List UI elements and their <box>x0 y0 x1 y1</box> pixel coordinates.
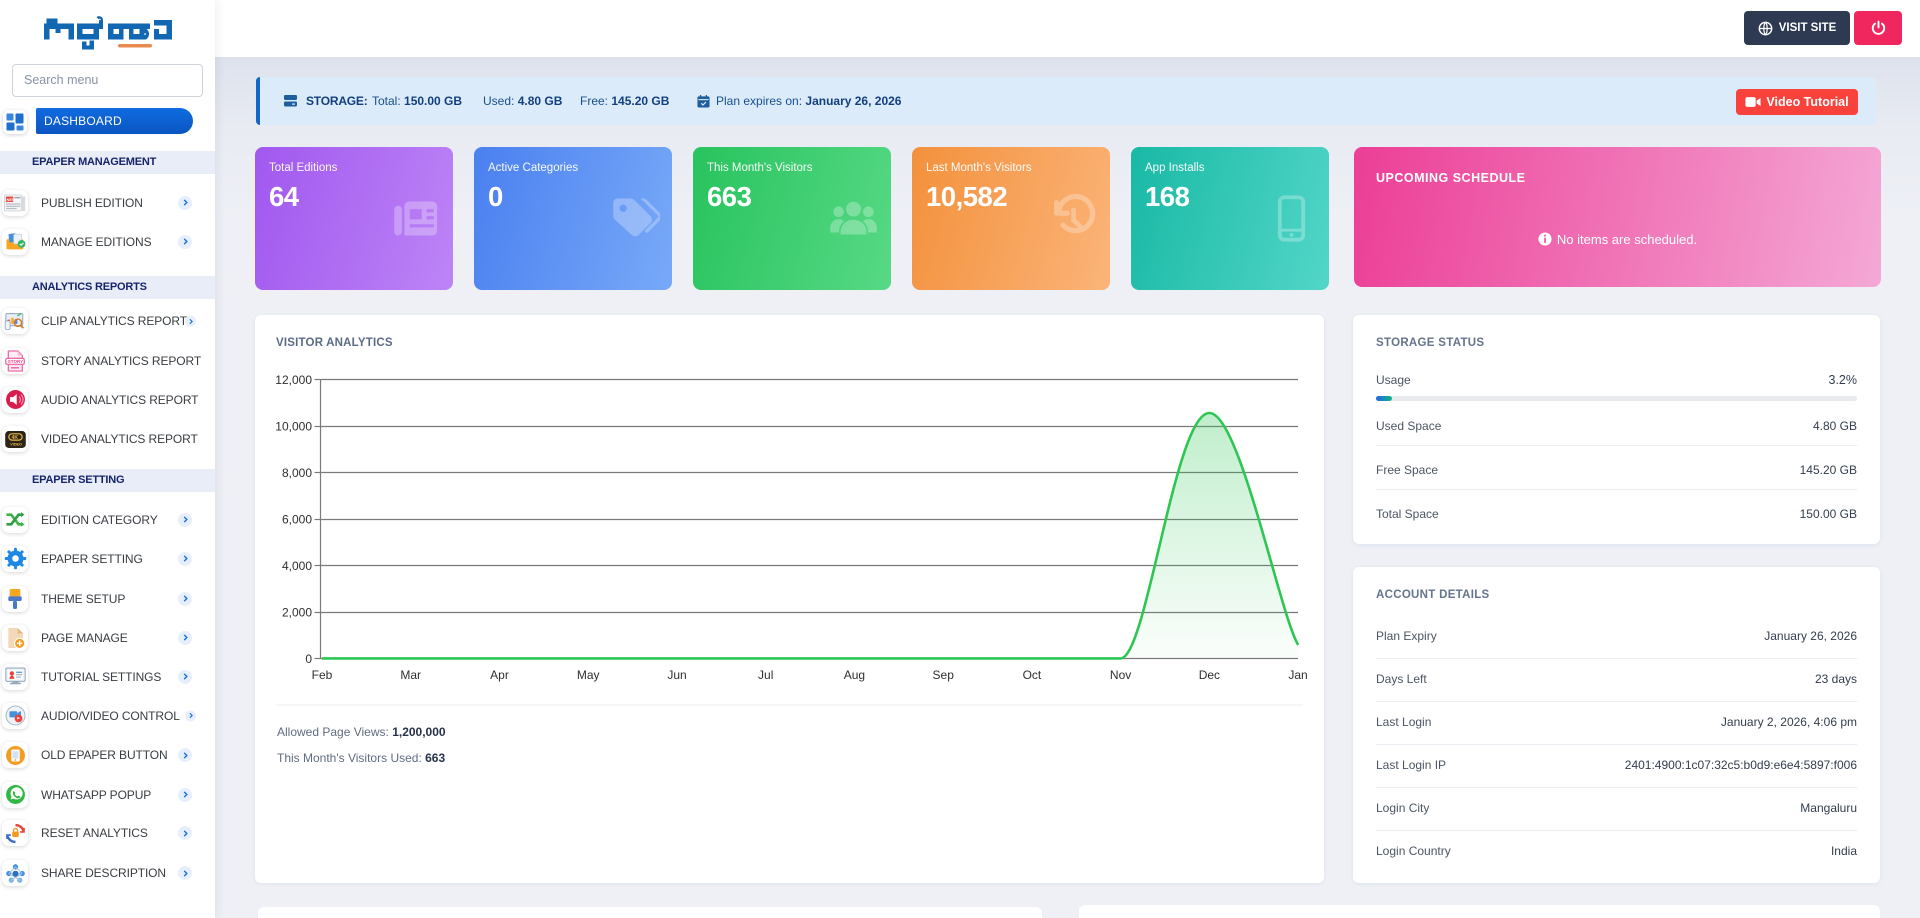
svg-text:VIDEO: VIDEO <box>10 442 22 446</box>
svg-text:Jan: Jan <box>1288 668 1307 682</box>
svg-text:Jul: Jul <box>758 668 773 682</box>
svg-text:2,000: 2,000 <box>282 606 312 620</box>
svg-text:0: 0 <box>305 652 312 666</box>
svg-text:Dec: Dec <box>1199 668 1220 682</box>
svg-text:Oct: Oct <box>1023 668 1042 682</box>
svg-text:4,000: 4,000 <box>282 559 312 573</box>
svg-text:Nov: Nov <box>1110 668 1131 682</box>
svg-text:May: May <box>577 668 600 682</box>
svg-text:STORY: STORY <box>8 359 23 364</box>
svg-text:8,000: 8,000 <box>282 466 312 480</box>
svg-text:10,000: 10,000 <box>275 420 312 434</box>
svg-text:Sep: Sep <box>933 668 955 682</box>
svg-text:4K: 4K <box>11 434 18 440</box>
svg-text:Mar: Mar <box>400 668 421 682</box>
svg-text:Feb: Feb <box>312 668 333 682</box>
svg-text:6,000: 6,000 <box>282 513 312 527</box>
svg-text:Jun: Jun <box>667 668 686 682</box>
svg-text:Aug: Aug <box>844 668 865 682</box>
svg-text:Apr: Apr <box>490 668 509 682</box>
svg-text:12,000: 12,000 <box>275 373 312 387</box>
